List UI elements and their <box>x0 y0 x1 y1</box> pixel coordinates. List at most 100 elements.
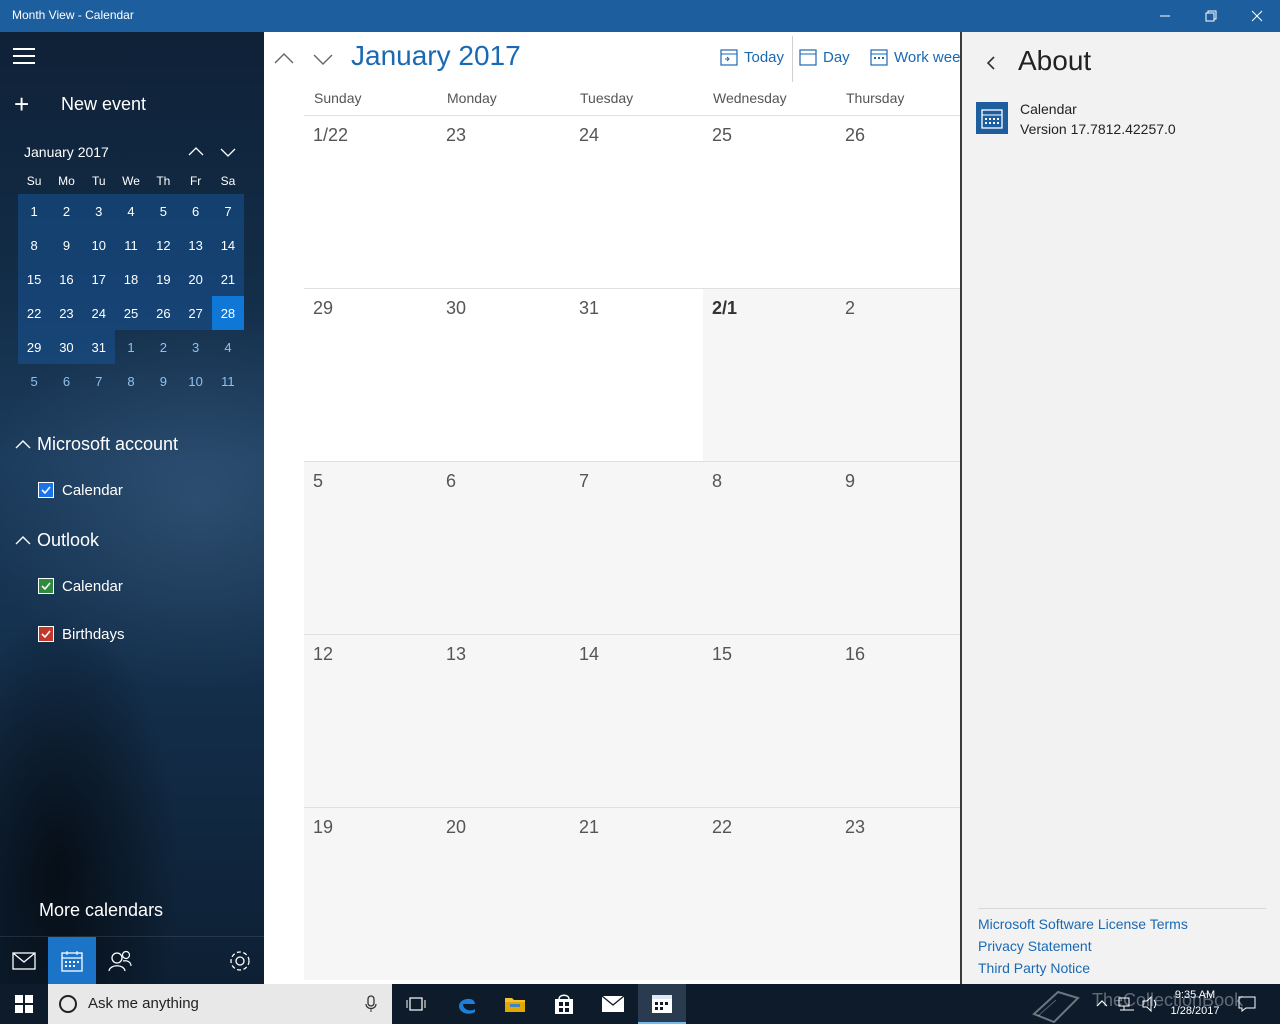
mini-day-cell[interactable]: 4 <box>114 194 148 228</box>
search-box[interactable]: Ask me anything <box>48 984 392 1024</box>
checkbox-checked-icon[interactable] <box>38 482 54 498</box>
mini-day-cell[interactable]: 9 <box>50 228 83 262</box>
back-button[interactable] <box>984 54 998 77</box>
day-cell[interactable]: 23 <box>437 116 570 288</box>
mail-button[interactable] <box>0 937 48 984</box>
task-view-button[interactable] <box>392 984 440 1024</box>
day-cell[interactable]: 7 <box>570 462 703 634</box>
mini-day-cell[interactable]: 5 <box>18 364 50 398</box>
mini-day-cell[interactable]: 24 <box>82 296 115 330</box>
license-terms-link[interactable]: Microsoft Software License Terms <box>978 913 1266 935</box>
mini-day-cell[interactable]: 1 <box>115 330 147 364</box>
start-button[interactable] <box>0 984 48 1024</box>
mini-day-cell[interactable]: 22 <box>18 296 51 330</box>
day-cell[interactable]: 29 <box>304 289 437 461</box>
mini-day-cell[interactable]: 30 <box>50 330 83 364</box>
mini-day-cell[interactable]: 31 <box>82 330 115 364</box>
day-cell[interactable]: 25 <box>703 116 836 288</box>
hamburger-menu-icon[interactable] <box>13 48 35 64</box>
people-button[interactable] <box>96 937 144 984</box>
mini-day-cell[interactable]: 7 <box>83 364 115 398</box>
new-event-button[interactable]: + New event <box>14 91 146 117</box>
day-cell[interactable]: 9 <box>836 462 960 634</box>
minimize-button[interactable] <box>1142 0 1188 32</box>
day-cell[interactable]: 2/1 <box>703 289 836 461</box>
mini-day-cell[interactable]: 15 <box>18 262 51 296</box>
mini-day-cell[interactable]: 4 <box>212 330 244 364</box>
day-cell[interactable]: 26 <box>836 116 960 288</box>
mini-day-cell[interactable]: 26 <box>147 296 180 330</box>
mini-day-cell[interactable]: 5 <box>147 194 180 228</box>
mini-day-cell[interactable]: 28 <box>211 296 245 330</box>
mini-day-cell[interactable]: 29 <box>18 330 51 364</box>
mini-day-cell[interactable]: 12 <box>147 228 180 262</box>
settings-button[interactable] <box>216 937 264 984</box>
mini-day-cell[interactable]: 3 <box>82 194 115 228</box>
day-cell[interactable]: 24 <box>570 116 703 288</box>
mail-taskbar-button[interactable] <box>589 984 637 1024</box>
mini-day-cell[interactable]: 27 <box>179 296 212 330</box>
mini-day-cell[interactable]: 11 <box>114 228 148 262</box>
calendar-toggle-birthdays[interactable]: Birthdays <box>38 625 125 643</box>
third-party-notice-link[interactable]: Third Party Notice <box>978 957 1266 979</box>
day-cell[interactable]: 15 <box>703 635 836 807</box>
volume-icon[interactable] <box>1142 996 1160 1012</box>
restore-button[interactable] <box>1188 0 1234 32</box>
mini-day-cell[interactable]: 2 <box>147 330 179 364</box>
group-outlook[interactable]: Outlook <box>14 528 99 552</box>
day-cell[interactable]: 22 <box>703 808 836 980</box>
day-cell[interactable]: 8 <box>703 462 836 634</box>
mini-day-cell[interactable]: 10 <box>179 364 211 398</box>
mini-day-cell[interactable]: 18 <box>114 262 148 296</box>
system-clock[interactable]: 9:35 AM 1/28/2017 <box>1160 987 1230 1019</box>
day-cell[interactable]: 1/22 <box>304 116 437 288</box>
day-cell[interactable]: 16 <box>836 635 960 807</box>
mini-day-cell[interactable]: 10 <box>82 228 115 262</box>
mini-day-cell[interactable]: 6 <box>179 194 212 228</box>
mini-day-cell[interactable]: 8 <box>115 364 147 398</box>
mini-day-cell[interactable]: 8 <box>18 228 51 262</box>
mini-day-cell[interactable]: 6 <box>50 364 82 398</box>
day-cell[interactable]: 20 <box>437 808 570 980</box>
mini-day-cell[interactable]: 3 <box>179 330 211 364</box>
mini-day-cell[interactable]: 2 <box>50 194 83 228</box>
network-icon[interactable] <box>1118 996 1136 1012</box>
calendar-taskbar-button[interactable] <box>638 984 686 1024</box>
store-button[interactable] <box>540 984 588 1024</box>
next-month-button[interactable] <box>312 48 334 70</box>
mini-day-cell[interactable]: 21 <box>211 262 245 296</box>
mini-day-cell[interactable]: 16 <box>50 262 83 296</box>
day-cell[interactable]: 31 <box>570 289 703 461</box>
mini-day-cell[interactable]: 1 <box>18 194 51 228</box>
calendar-toggle-ms-calendar[interactable]: Calendar <box>38 481 123 499</box>
mini-day-cell[interactable]: 25 <box>114 296 148 330</box>
month-title[interactable]: January 2017 <box>351 40 521 72</box>
mini-day-cell[interactable]: 23 <box>50 296 83 330</box>
mini-prev-month-button[interactable] <box>186 144 206 160</box>
day-cell[interactable]: 23 <box>836 808 960 980</box>
more-calendars-link[interactable]: More calendars <box>39 900 163 921</box>
day-cell[interactable]: 5 <box>304 462 437 634</box>
mini-day-cell[interactable]: 13 <box>179 228 212 262</box>
mini-day-cell[interactable]: 7 <box>211 194 245 228</box>
mini-next-month-button[interactable] <box>218 144 238 160</box>
file-explorer-button[interactable] <box>491 984 539 1024</box>
day-cell[interactable]: 19 <box>304 808 437 980</box>
prev-month-button[interactable] <box>273 48 295 70</box>
calendar-app-button[interactable] <box>48 937 96 984</box>
close-button[interactable] <box>1234 0 1280 32</box>
action-center-icon[interactable] <box>1238 996 1256 1012</box>
day-cell[interactable]: 14 <box>570 635 703 807</box>
day-cell[interactable]: 12 <box>304 635 437 807</box>
day-cell[interactable]: 30 <box>437 289 570 461</box>
day-cell[interactable]: 21 <box>570 808 703 980</box>
mini-day-cell[interactable]: 17 <box>82 262 115 296</box>
calendar-toggle-outlook-calendar[interactable]: Calendar <box>38 577 123 595</box>
privacy-statement-link[interactable]: Privacy Statement <box>978 935 1266 957</box>
today-button[interactable]: Today <box>720 48 784 66</box>
mini-day-cell[interactable]: 9 <box>147 364 179 398</box>
checkbox-checked-icon[interactable] <box>38 578 54 594</box>
group-microsoft-account[interactable]: Microsoft account <box>14 432 178 456</box>
edge-browser-button[interactable] <box>443 984 491 1024</box>
day-cell[interactable]: 13 <box>437 635 570 807</box>
